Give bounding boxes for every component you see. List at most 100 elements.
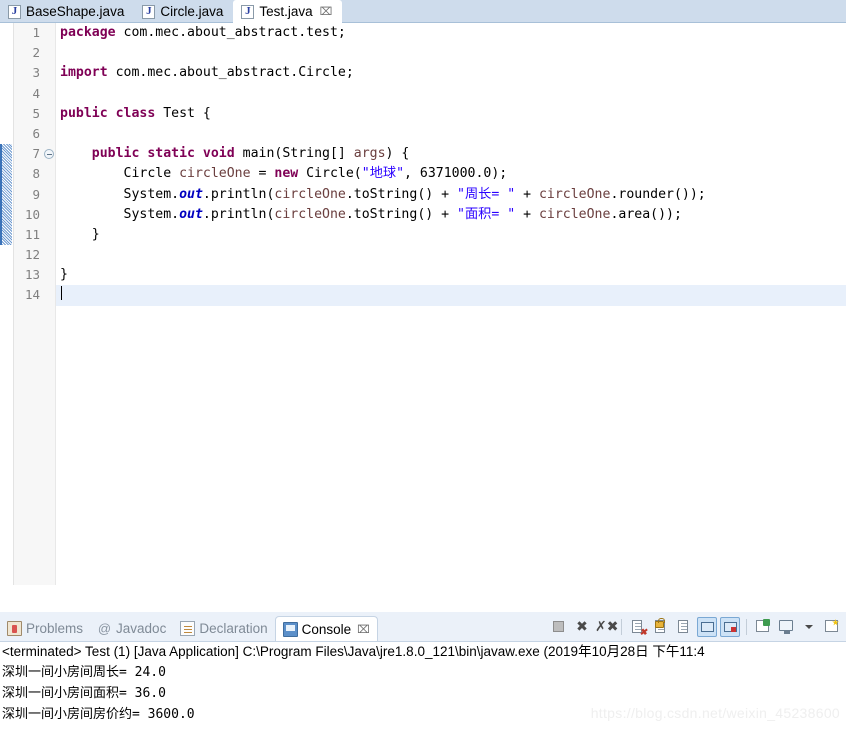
code-line[interactable]: System.out.println(circleOne.toString() … xyxy=(56,185,846,205)
code-line[interactable] xyxy=(56,245,846,265)
bottom-view-stack: Problems @ Javadoc Declaration Console ⌧… xyxy=(0,612,846,730)
line-number: 11 xyxy=(24,226,40,242)
code-text-area[interactable]: package com.mec.about_abstract.test;impo… xyxy=(56,23,846,585)
close-icon[interactable]: ⌧ xyxy=(320,6,333,18)
console-line: 深圳一间小房间周长= 24.0 xyxy=(2,665,166,680)
lock-console-button[interactable] xyxy=(651,617,671,637)
eclipse-ide-window: BaseShape.java Circle.java Test.java ⌧ 1… xyxy=(0,0,846,730)
javadoc-icon: @ xyxy=(97,621,112,636)
line-number: 9 xyxy=(32,186,40,202)
show-console-on-error-button[interactable] xyxy=(720,617,740,637)
code-token: } xyxy=(60,267,68,283)
line-number: 8 xyxy=(32,166,40,182)
code-token: circleOne xyxy=(538,206,611,222)
code-token: "面积= " xyxy=(457,206,516,222)
code-line[interactable]: } xyxy=(56,225,846,245)
view-tab-bar: Problems @ Javadoc Declaration Console ⌧… xyxy=(0,612,846,642)
code-token: System. xyxy=(60,206,180,222)
code-token: , 6371000.0); xyxy=(404,166,508,182)
code-token: circleOne xyxy=(179,166,251,182)
scroll-lock-button[interactable] xyxy=(674,617,694,637)
line-number: 7 xyxy=(32,146,40,162)
console-output[interactable]: <terminated> Test (1) [Java Application]… xyxy=(0,642,846,730)
code-token: public static void xyxy=(91,146,235,162)
line-number: 12 xyxy=(24,247,40,263)
code-line[interactable]: package com.mec.about_abstract.test; xyxy=(56,23,846,43)
editor-tab-baseshape[interactable]: BaseShape.java xyxy=(0,0,134,23)
clear-console-button[interactable]: ✖ xyxy=(628,617,648,637)
code-line[interactable]: } xyxy=(56,265,846,285)
code-token: .toString() + xyxy=(345,186,458,202)
code-token: out xyxy=(179,186,203,202)
code-token: circleOne xyxy=(274,186,346,202)
pin-console-button[interactable] xyxy=(753,617,773,637)
code-line[interactable]: public class Test { xyxy=(56,104,846,124)
console-line-list: 深圳一间小房间周长= 24.0 深圳一间小房间面积= 36.0 深圳一间小房间房价约… xyxy=(0,662,846,725)
line-number: 4 xyxy=(32,85,40,101)
toolbar-separator xyxy=(621,619,622,635)
display-selected-console-button[interactable] xyxy=(776,617,796,637)
line-number: 1 xyxy=(32,25,40,40)
code-token: Circle xyxy=(60,166,180,182)
show-console-on-output-button[interactable] xyxy=(697,617,717,637)
code-token: "周长= " xyxy=(457,186,516,202)
open-console-button[interactable] xyxy=(822,617,842,637)
code-token: ) { xyxy=(385,146,410,162)
editor-tab-bar: BaseShape.java Circle.java Test.java ⌧ xyxy=(0,0,846,23)
tab-javadoc[interactable]: @ Javadoc xyxy=(90,616,173,642)
code-token: .rounder()); xyxy=(610,186,706,202)
editor-tab-label: Circle.java xyxy=(160,3,224,19)
code-token: + xyxy=(515,186,539,202)
line-number: 5 xyxy=(32,105,40,121)
close-icon[interactable]: ⌧ xyxy=(357,623,370,636)
line-number: 14 xyxy=(24,287,40,303)
console-icon xyxy=(282,621,298,637)
view-tab-label: Console xyxy=(301,621,352,637)
console-launch-title: <terminated> Test (1) [Java Application]… xyxy=(2,644,705,659)
line-number: 6 xyxy=(32,125,40,141)
code-token: Circle( xyxy=(298,166,362,182)
code-line[interactable] xyxy=(56,124,846,144)
code-line[interactable] xyxy=(56,285,846,306)
code-token: .println( xyxy=(202,206,275,222)
view-tab-label: Problems xyxy=(26,621,84,636)
change-bar-hatch xyxy=(2,144,12,245)
editor-tab-circle[interactable]: Circle.java xyxy=(134,0,233,23)
folding-ruler[interactable] xyxy=(42,23,56,585)
code-token: circleOne xyxy=(274,206,346,222)
line-number: 10 xyxy=(24,206,40,222)
code-token: .println( xyxy=(202,186,275,202)
code-token: System. xyxy=(60,186,180,202)
code-token: main(String[] xyxy=(234,146,354,162)
line-number: 3 xyxy=(32,65,40,81)
code-token: public class xyxy=(60,105,156,121)
code-token: = xyxy=(250,166,275,182)
code-token: out xyxy=(179,206,203,222)
code-editor[interactable]: 1 2 3 4 5 6 7 8 9 10 11 12 13 14 package com.mec.abou… xyxy=(0,23,846,585)
console-menu-dropdown[interactable] xyxy=(799,617,819,637)
editor-tab-test[interactable]: Test.java ⌧ xyxy=(233,0,343,23)
console-line: 深圳一间小房间面积= 36.0 xyxy=(2,686,166,701)
tab-problems[interactable]: Problems xyxy=(0,616,90,642)
code-line[interactable]: Circle circleOne = new Circle("地球", 6371… xyxy=(56,164,846,184)
java-file-icon xyxy=(142,4,156,19)
code-line[interactable]: import com.mec.about_abstract.Circle; xyxy=(56,63,846,83)
code-token: .area()); xyxy=(610,206,682,222)
code-line[interactable]: System.out.println(circleOne.toString() … xyxy=(56,205,846,225)
tab-console[interactable]: Console ⌧ xyxy=(274,615,378,642)
annotation-ruler[interactable] xyxy=(0,23,14,585)
remove-all-terminated-button[interactable]: ✗✖ xyxy=(595,617,618,637)
code-line[interactable]: public static void main(String[] args) { xyxy=(56,144,846,164)
code-line[interactable] xyxy=(56,84,846,104)
java-file-icon xyxy=(241,4,255,19)
code-line[interactable] xyxy=(56,43,846,63)
tab-declaration[interactable]: Declaration xyxy=(173,616,274,642)
code-token: "地球" xyxy=(361,166,405,182)
code-token: import xyxy=(60,65,108,81)
code-token: com.mec.about_abstract.Circle; xyxy=(107,65,354,81)
fold-collapse-icon[interactable] xyxy=(44,149,54,159)
toolbar-separator xyxy=(746,619,747,635)
terminate-button[interactable] xyxy=(549,617,569,637)
remove-launch-button[interactable]: ✖ xyxy=(572,617,592,637)
